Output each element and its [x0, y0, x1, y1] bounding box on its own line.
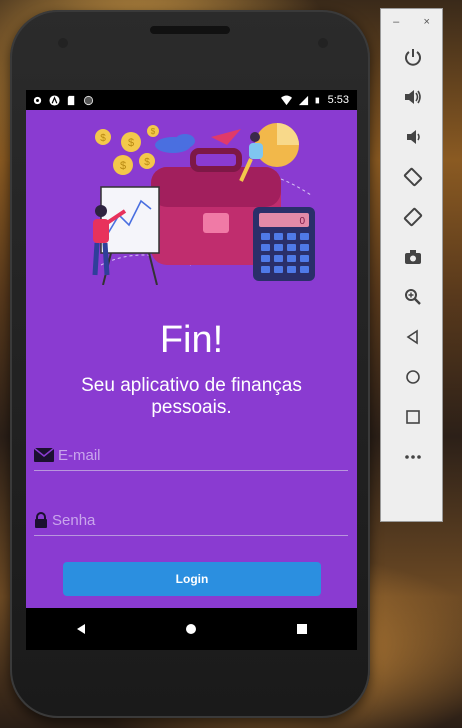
home-circle-icon — [186, 624, 197, 634]
emulator-control-panel: – × — [380, 8, 443, 522]
sd-card-icon — [67, 95, 75, 105]
home-icon — [405, 370, 420, 384]
login-button[interactable]: Login — [63, 562, 321, 596]
phone-screen: 5:53 $ $ $ $ $ 0 Fin! Seu aplicativo de … — [26, 90, 357, 650]
calculator-display: 0 — [299, 216, 305, 227]
sync-icon — [83, 95, 94, 105]
svg-text:$: $ — [128, 137, 134, 149]
more-icon — [404, 455, 421, 459]
svg-text:$: $ — [144, 157, 150, 168]
volume-up-button[interactable] — [381, 79, 444, 115]
nav-home-button[interactable] — [183, 621, 199, 637]
rotate-left-icon — [403, 167, 422, 187]
wifi-icon — [280, 94, 292, 105]
login-screen: $ $ $ $ $ 0 Fin! Seu aplicativo de finan… — [26, 110, 357, 608]
overview-square-icon — [296, 624, 307, 634]
email-field — [34, 440, 348, 471]
svg-text:$: $ — [151, 127, 156, 136]
back-icon — [406, 329, 418, 345]
app-title: Fin! — [159, 319, 224, 361]
close-button[interactable]: × — [423, 16, 429, 28]
overview-button[interactable] — [381, 399, 444, 435]
android-nav-bar — [26, 608, 357, 650]
nav-overview-button[interactable] — [294, 621, 310, 637]
rotate-right-icon — [403, 207, 422, 227]
signal-icon — [298, 95, 308, 105]
mail-icon — [34, 448, 54, 462]
svg-text:$: $ — [100, 133, 106, 144]
screenshot-button[interactable] — [381, 239, 444, 275]
password-field — [34, 505, 348, 536]
lock-icon — [35, 512, 47, 528]
nav-back-button[interactable] — [73, 621, 89, 637]
battery-icon — [315, 97, 319, 103]
email-input[interactable] — [54, 446, 318, 464]
zoom-button[interactable] — [381, 279, 444, 315]
back-button[interactable] — [381, 319, 444, 355]
home-button[interactable] — [381, 359, 444, 395]
minimize-button[interactable]: – — [393, 16, 399, 28]
rotate-left-button[interactable] — [381, 159, 444, 195]
app-subtitle: Seu aplicativo de finanças pessoais. — [81, 375, 302, 418]
phone-frame: 5:53 $ $ $ $ $ 0 Fin! Seu aplicativo de … — [10, 10, 370, 718]
volume-up-icon — [404, 90, 421, 104]
settings-icon — [33, 96, 42, 104]
more-button[interactable] — [381, 439, 444, 475]
svg-text:$: $ — [120, 160, 126, 172]
back-triangle-icon — [77, 624, 86, 634]
overview-icon — [405, 410, 420, 424]
rotate-right-button[interactable] — [381, 199, 444, 235]
speaker-grille — [150, 26, 230, 34]
sensor-dot — [58, 38, 68, 48]
finance-illustration: $ $ $ $ $ 0 — [92, 123, 315, 285]
power-button[interactable] — [381, 39, 444, 75]
app-notification-icon — [49, 94, 60, 106]
status-time: 5:53 — [327, 94, 349, 106]
front-camera — [318, 38, 328, 48]
status-bar: 5:53 — [26, 90, 357, 110]
power-icon — [404, 49, 421, 66]
zoom-icon — [404, 289, 421, 305]
password-input[interactable] — [48, 511, 312, 529]
volume-down-button[interactable] — [381, 119, 444, 155]
camera-icon — [404, 250, 421, 264]
volume-down-icon — [406, 130, 420, 144]
